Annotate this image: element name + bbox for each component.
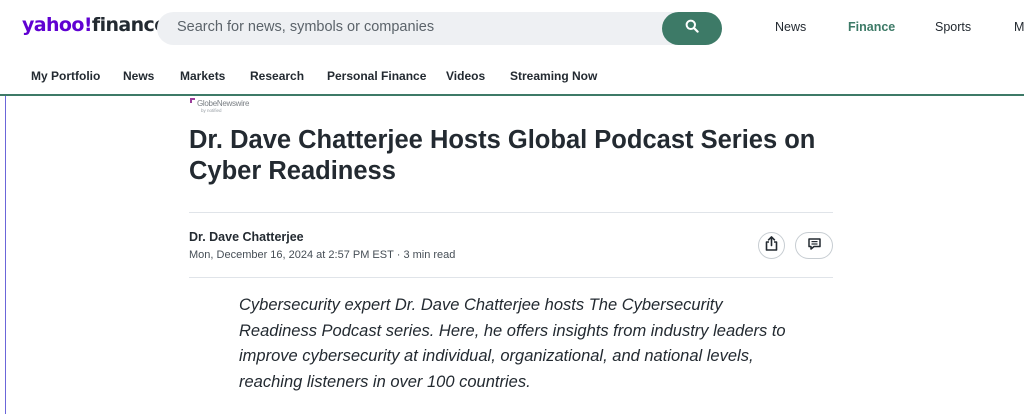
topnav-finance[interactable]: Finance [848,20,895,34]
article-dateline: Mon, December 16, 2024 at 2:57 PM EST · … [189,249,455,261]
finance-subnav: My Portfolio News Markets Research Perso… [0,56,1024,96]
subnav-streaming-now[interactable]: Streaming Now [510,69,597,83]
divider [189,212,833,213]
search-input[interactable] [177,19,657,35]
article-date: Mon, December 16, 2024 at 2:57 PM EST [189,249,394,261]
topnav-more[interactable]: M [1014,20,1024,34]
subnav-markets[interactable]: Markets [180,69,225,83]
source-logo-mark [190,98,195,103]
top-header: yahoo!finance News Finance Sports M [0,0,1024,56]
logo-brand: yahoo! [22,14,93,36]
search-icon [685,19,699,38]
comments-button[interactable] [795,232,833,259]
logo-section: finance [91,14,167,36]
subnav-videos[interactable]: Videos [446,69,485,83]
share-button[interactable] [758,232,785,259]
yahoo-finance-logo[interactable]: yahoo!finance [22,14,167,36]
article-author[interactable]: Dr. Dave Chatterjee [189,230,304,244]
article-read-time: 3 min read [403,249,456,261]
subnav-news[interactable]: News [123,69,154,83]
subnav-research[interactable]: Research [250,69,304,83]
source-tagline: by notified [201,108,222,113]
article-summary: Cybersecurity expert Dr. Dave Chatterjee… [239,296,786,391]
comment-icon [807,237,821,255]
subnav-my-portfolio[interactable]: My Portfolio [31,69,100,83]
article-headline: Dr. Dave Chatterjee Hosts Global Podcast… [189,126,816,185]
share-icon [765,235,778,256]
source-logo[interactable]: GlobeNewswire by notified [189,98,269,118]
divider [189,277,833,278]
topnav-news[interactable]: News [775,20,806,34]
topnav-sports[interactable]: Sports [935,20,971,34]
source-name: GlobeNewswire [197,99,250,108]
search-bar [157,12,722,45]
page-edge-rule [5,96,6,414]
subnav-personal-finance[interactable]: Personal Finance [327,69,426,83]
search-button[interactable] [662,12,722,45]
